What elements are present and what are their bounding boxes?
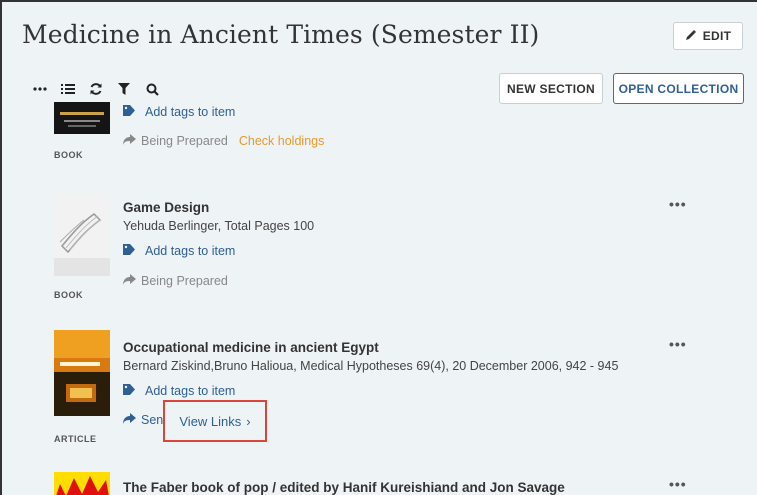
edit-label: EDIT — [702, 29, 732, 43]
item-title[interactable]: Occupational medicine in ancient Egypt — [123, 340, 379, 355]
item-type-badge: ARTICLE — [54, 434, 97, 444]
item-status: Sent — [123, 413, 167, 427]
check-holdings-link[interactable]: Check holdings — [239, 134, 324, 148]
page-title: Medicine in Ancient Times (Semester II) — [22, 20, 540, 49]
list-item: The Faber book of pop / edited by Hanif … — [4, 472, 745, 495]
add-tags-label: Add tags to item — [145, 105, 236, 119]
new-section-button[interactable]: NEW SECTION — [499, 73, 603, 104]
list-item: Occupational medicine in ancient Egypt B… — [4, 330, 745, 462]
add-tags-link[interactable]: Add tags to item — [123, 384, 235, 398]
view-links-label: View Links — [179, 413, 242, 429]
tag-icon — [123, 105, 137, 119]
list-item: Add tags to item Being Prepared Check ho… — [4, 102, 745, 172]
share-arrow-icon — [123, 274, 136, 288]
chevron-right-icon: › — [246, 413, 251, 429]
item-more-menu[interactable]: ••• — [669, 336, 687, 352]
open-collection-button[interactable]: OPEN COLLECTION — [613, 73, 744, 104]
status-label: Being Prepared — [141, 274, 228, 288]
pencil-icon — [685, 29, 697, 44]
list-icon[interactable] — [54, 77, 82, 101]
item-status: Being Prepared — [123, 274, 228, 288]
view-links-button[interactable]: View Links › — [163, 400, 267, 442]
item-type-badge: BOOK — [54, 290, 83, 300]
filter-icon[interactable] — [110, 77, 138, 101]
toolbar — [26, 77, 166, 101]
add-tags-link[interactable]: Add tags to item — [123, 244, 235, 258]
refresh-icon[interactable] — [82, 77, 110, 101]
search-icon[interactable] — [138, 77, 166, 101]
collection-panel: Medicine in Ancient Times (Semester II) … — [0, 0, 757, 495]
collection-header: Medicine in Ancient Times (Semester II) … — [4, 4, 757, 104]
tag-icon — [123, 244, 137, 258]
book-cover-thumbnail — [54, 102, 110, 134]
add-tags-label: Add tags to item — [145, 244, 236, 258]
add-tags-label: Add tags to item — [145, 384, 236, 398]
more-icon[interactable] — [26, 77, 54, 101]
item-meta: Bernard Ziskind,Bruno Halioua, Medical H… — [123, 359, 619, 373]
item-more-menu[interactable]: ••• — [669, 476, 687, 492]
item-type-badge: BOOK — [54, 150, 83, 160]
item-meta: Yehuda Berlinger, Total Pages 100 — [123, 219, 315, 233]
status-label: Being Prepared — [141, 134, 228, 148]
book-cover-thumbnail — [54, 194, 110, 276]
share-arrow-icon — [123, 134, 136, 148]
tag-icon — [123, 384, 137, 398]
edit-button[interactable]: EDIT — [673, 22, 743, 50]
share-arrow-icon — [123, 413, 136, 427]
item-status: Being Prepared Check holdings — [123, 134, 324, 148]
list-item: Game Design Yehuda Berlinger, Total Page… — [4, 192, 745, 312]
book-cover-thumbnail — [54, 472, 110, 495]
item-title[interactable]: Game Design — [123, 200, 209, 215]
reading-list: Add tags to item Being Prepared Check ho… — [4, 102, 745, 495]
item-more-menu[interactable]: ••• — [669, 196, 687, 212]
add-tags-link[interactable]: Add tags to item — [123, 105, 235, 119]
item-title[interactable]: The Faber book of pop / edited by Hanif … — [123, 480, 565, 495]
article-cover-thumbnail — [54, 330, 110, 416]
